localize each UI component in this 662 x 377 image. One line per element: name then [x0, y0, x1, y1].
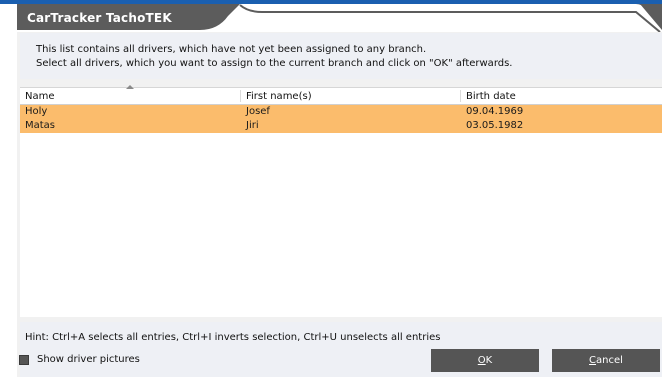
table-row[interactable]: Holy Josef 09.04.1969: [20, 105, 662, 119]
cell-first-name: Jiri: [246, 120, 259, 131]
window-title: CarTracker TachoTEK: [27, 11, 172, 25]
info-text-line-1: This list contains all drivers, which ha…: [36, 44, 427, 55]
ok-label-rest: K: [485, 355, 493, 366]
cancel-accel-letter: C: [589, 355, 597, 366]
cancel-label-rest: ancel: [596, 355, 623, 366]
column-header-name[interactable]: Name: [25, 91, 55, 102]
info-panel: This list contains all drivers, which ha…: [20, 33, 662, 79]
info-text-line-2: Select all drivers, which you want to as…: [36, 58, 513, 69]
column-header-birth-date[interactable]: Birth date: [466, 91, 516, 102]
cell-first-name: Josef: [246, 106, 270, 117]
ok-accel-letter: O: [477, 355, 486, 366]
show-pictures-label[interactable]: Show driver pictures: [37, 354, 140, 365]
hint-text: Hint: Ctrl+A selects all entries, Ctrl+I…: [25, 332, 441, 343]
table-row[interactable]: Matas Jiri 03.05.1982: [20, 119, 662, 133]
cell-birth-date: 09.04.1969: [466, 106, 524, 117]
ok-button[interactable]: OK: [431, 349, 539, 372]
column-separator[interactable]: [240, 90, 241, 102]
cell-name: Matas: [25, 120, 56, 131]
list-header: Name First name(s) Birth date: [20, 85, 662, 105]
cancel-button[interactable]: Cancel: [552, 349, 660, 372]
title-bar: CarTracker TachoTEK: [0, 0, 662, 32]
cell-name: Holy: [25, 106, 48, 117]
driver-list[interactable]: Name First name(s) Birth date Holy Josef…: [20, 85, 662, 317]
column-separator[interactable]: [460, 90, 461, 102]
show-pictures-checkbox[interactable]: [19, 355, 29, 365]
cell-birth-date: 03.05.1982: [466, 120, 524, 131]
column-header-first-name[interactable]: First name(s): [246, 91, 312, 102]
sort-ascending-icon: [126, 85, 134, 89]
